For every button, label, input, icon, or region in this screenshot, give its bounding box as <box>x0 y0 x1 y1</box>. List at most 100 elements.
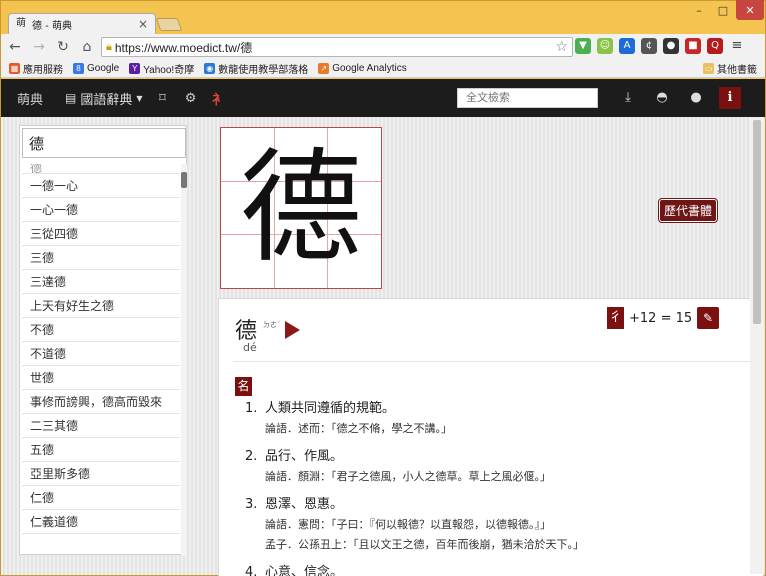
list-item[interactable]: 一德一心 <box>22 174 180 198</box>
lock-icon: 🔒︎ <box>106 40 112 53</box>
close-window-button[interactable]: ✕ <box>736 0 764 20</box>
radical-icon[interactable]: ⻂ <box>211 89 227 108</box>
play-audio-icon[interactable] <box>285 321 300 339</box>
google-icon: 8 <box>73 63 84 74</box>
divider <box>233 361 751 362</box>
tab-close-icon[interactable]: × <box>137 17 149 31</box>
back-arrow-icon[interactable]: ← <box>7 39 23 55</box>
caret-down-icon: ▼ <box>136 93 143 103</box>
definitions-list: 1. 人類共同遵循的規範。 論語．述而：「德之不脩，學之不講。」 2. 品行、作風。… <box>245 399 755 576</box>
bookmark-label: Google <box>87 63 120 74</box>
bopomofo: ㄉㄜˊ <box>263 321 281 329</box>
minimize-button[interactable]: – <box>687 0 711 20</box>
dictionary-label: 國語辭典 <box>80 92 133 108</box>
word-list: 德 一德一心 一心一德 三從四德 三德 三達德 上天有好生之德 不德 不道德 世… <box>22 164 180 556</box>
definition-number: 4. <box>245 565 258 576</box>
list-item[interactable]: 三達德 <box>22 270 180 294</box>
extension-link-icon[interactable]: ¢ <box>641 38 657 54</box>
part-of-speech-badge: 名 <box>235 377 252 396</box>
forward-arrow-icon[interactable]: → <box>31 39 47 55</box>
maximize-button[interactable]: □ <box>711 0 735 20</box>
download-icon[interactable]: ⤓ <box>617 87 639 109</box>
sidebar: 德 一德一心 一心一德 三從四德 三德 三達德 上天有好生之德 不德 不道德 世… <box>19 125 187 556</box>
menu-icon[interactable]: ≡ <box>729 38 745 54</box>
pinyin: dé <box>243 341 257 354</box>
definition-text: 恩澤、恩惠。 <box>265 497 344 512</box>
bookmark-label: 其他書籤 <box>717 65 757 76</box>
extension-dark-icon[interactable]: ● <box>663 38 679 54</box>
list-item[interactable]: 事修而謗興，德高而毀來 <box>22 390 180 414</box>
bookmark-icon[interactable]: ⌑ <box>155 91 171 106</box>
bookmark-label: Yahoo!奇摩 <box>143 65 195 76</box>
extension-translate-icon[interactable]: A <box>619 38 635 54</box>
historical-scripts-button[interactable]: 歷代書體 <box>659 199 718 222</box>
pencil-icon[interactable]: ✎ <box>697 307 719 329</box>
moedict-favicon-icon: 萌 <box>16 18 26 29</box>
apple-icon[interactable]: ● <box>685 87 707 109</box>
page-scroll-thumb[interactable] <box>753 120 761 324</box>
bookmark-analytics[interactable]: ↗ Google Analytics <box>318 63 407 74</box>
bookmark-google[interactable]: 8 Google <box>73 63 119 74</box>
list-item[interactable]: 二三其德 <box>22 414 180 438</box>
book-icon: ▤ <box>65 91 77 105</box>
page-scrollbar[interactable] <box>750 118 764 574</box>
new-tab-button[interactable] <box>155 18 183 31</box>
definition-text: 心意、信念。 <box>265 565 344 576</box>
extension-face-icon[interactable]: ☺ <box>597 38 613 54</box>
bookmarks-bar: ▦ 應用服務 8 Google Y Yahoo!奇摩 ◉ 數龍使用教學部落格 ↗… <box>1 60 765 78</box>
extension-badge-icon[interactable]: Q <box>707 38 723 54</box>
folder-icon: ▭ <box>703 63 714 74</box>
list-item[interactable]: 世德 <box>22 366 180 390</box>
extension-shield-icon[interactable]: ▼ <box>575 38 591 54</box>
bookmark-apps[interactable]: ▦ 應用服務 <box>9 61 63 76</box>
yahoo-icon: Y <box>129 63 141 74</box>
character-writing-box: 德 <box>220 127 382 289</box>
apps-grid-icon: ▦ <box>9 63 20 74</box>
list-item[interactable]: 一心一德 <box>22 198 180 222</box>
bookmark-other-folder[interactable]: ▭ 其他書籤 <box>703 61 757 76</box>
bookmark-label: 應用服務 <box>23 65 63 76</box>
list-item[interactable]: 亞里斯多德 <box>22 462 180 486</box>
tab-title: 德 - 萌典 <box>32 20 72 32</box>
bookmark-star-icon[interactable]: ☆ <box>555 39 568 55</box>
definition: 4. 心意、信念。 <box>245 563 755 576</box>
blog-icon: ◉ <box>204 63 216 74</box>
settings-gear-icon[interactable]: ⚙ <box>183 91 199 106</box>
list-item[interactable]: 不德 <box>22 318 180 342</box>
list-item[interactable]: 仁義道德 <box>22 510 180 534</box>
site-header: 萌典 ▤ 國語辭典 ▼ ⌑ ⚙ ⻂ ⤓ ◓ ● i <box>1 79 765 117</box>
dictionary-menu[interactable]: ▤ 國語辭典 ▼ <box>65 89 143 108</box>
browser-toolbar: ← → ↻ ⌂ 🔒︎ https://www.moedict.tw/德 ☆ ▼ … <box>1 34 765 60</box>
site-logo[interactable]: 萌典 <box>17 89 43 108</box>
search-input[interactable] <box>22 128 186 158</box>
info-icon[interactable]: i <box>719 87 741 109</box>
fulltext-search-input[interactable] <box>457 88 598 108</box>
home-icon[interactable]: ⌂ <box>79 39 95 55</box>
sidebar-scrollbar[interactable] <box>181 164 187 556</box>
android-icon[interactable]: ◓ <box>651 87 673 109</box>
example-quote: 論語．顏淵：「君子之德風，小人之德草。草上之風必偃。」 <box>265 470 551 483</box>
bookmark-blog[interactable]: ◉ 數龍使用教學部落格 <box>204 61 308 76</box>
url-text[interactable]: https://www.moedict.tw/德 <box>115 39 553 56</box>
list-item[interactable]: 上天有好生之德 <box>22 294 180 318</box>
example-quote: 孟子．公孫丑上：「且以文王之德，百年而後崩，猶未洽於天下。」 <box>265 538 584 551</box>
list-item[interactable]: 三從四德 <box>22 222 180 246</box>
large-character: 德 <box>240 137 362 279</box>
list-item[interactable]: 三德 <box>22 246 180 270</box>
list-item[interactable]: 五德 <box>22 438 180 462</box>
address-bar[interactable]: 🔒︎ https://www.moedict.tw/德 ☆ <box>101 37 573 57</box>
reload-icon[interactable]: ↻ <box>55 39 71 55</box>
bookmark-yahoo[interactable]: Y Yahoo!奇摩 <box>129 61 194 76</box>
list-item[interactable]: 德 <box>22 164 180 174</box>
extension-icons: ▼ ☺ A ¢ ● ■ Q ≡ <box>575 38 745 54</box>
stroke-count: +12 = 15 <box>629 311 693 326</box>
sidebar-scroll-thumb[interactable] <box>181 172 187 188</box>
radical-badge[interactable]: 彳 <box>607 307 624 329</box>
example-quote: 論語．述而：「德之不脩，學之不講。」 <box>265 422 452 435</box>
browser-tab[interactable]: 萌 德 - 萌典 × <box>8 13 156 34</box>
list-item[interactable]: 仁德 <box>22 486 180 510</box>
definition-text: 品行、作風。 <box>265 449 344 464</box>
content-area: 德 一德一心 一心一德 三從四德 三德 三達德 上天有好生之德 不德 不道德 世… <box>1 117 765 576</box>
extension-red-icon[interactable]: ■ <box>685 38 701 54</box>
list-item[interactable]: 不道德 <box>22 342 180 366</box>
